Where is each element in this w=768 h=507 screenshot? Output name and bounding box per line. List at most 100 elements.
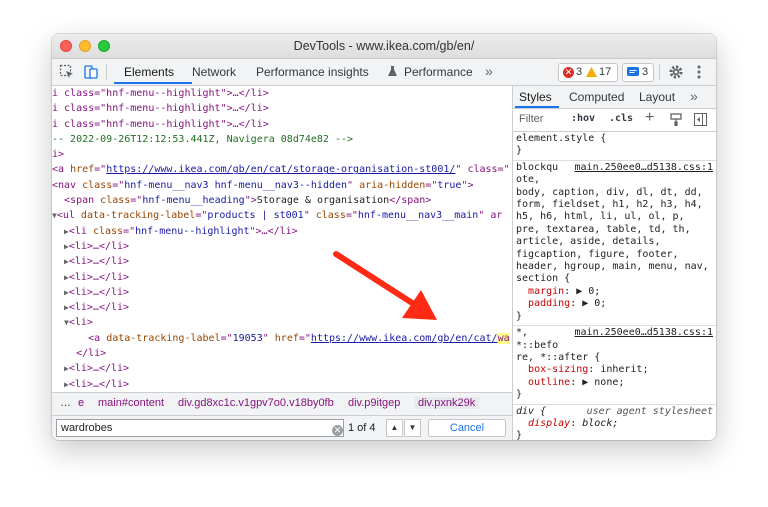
dom-node-line[interactable]: -- 2022-09-26T12:12:53.441Z, Navigera 08… — [52, 132, 512, 147]
dom-node-line[interactable]: i> — [52, 147, 512, 162]
dom-token: class — [100, 195, 131, 207]
style-rule: element.style {} — [513, 132, 716, 161]
dom-node-line[interactable]: ▶<li>…</li> — [52, 377, 512, 392]
cancel-search-button[interactable]: Cancel — [428, 419, 506, 437]
breadcrumb-item[interactable]: e — [78, 397, 84, 409]
tab-styles[interactable]: Styles — [519, 90, 552, 104]
style-property-value[interactable]: block; — [582, 418, 618, 429]
next-match-button[interactable]: ▼ — [404, 419, 421, 437]
style-rule-source[interactable]: main.250ee0…d5138.css:1 — [575, 162, 713, 174]
style-property-name[interactable]: display — [528, 418, 570, 429]
breadcrumb-item[interactable]: main#content — [98, 397, 164, 409]
style-rule-selector[interactable]: element.style { — [516, 133, 606, 144]
dom-token: "> — [244, 195, 257, 207]
new-style-rule-icon[interactable]: + — [645, 109, 654, 127]
window-title: DevTools - www.ikea.com/gb/en/ — [293, 39, 475, 53]
more-pane-tabs-icon[interactable]: » — [690, 88, 698, 104]
dom-token: <a — [88, 332, 107, 344]
style-rules-list: element.style {} main.250ee0…d5138.css:1 b… — [513, 132, 716, 440]
kebab-menu-icon[interactable] — [695, 64, 703, 80]
dom-node-line[interactable]: ▶<li>…</li> — [52, 239, 512, 254]
dom-token: <li — [68, 225, 93, 237]
tab-network[interactable]: Network — [192, 65, 236, 79]
breadcrumb-item[interactable]: div.p9itgep — [348, 397, 400, 409]
dom-node-line[interactable]: ▼<li> — [52, 315, 512, 330]
dom-token: hnf-menu__nav3__main — [357, 210, 479, 222]
dom-node-line[interactable]: ▶<li>…</li> — [52, 361, 512, 376]
style-rule-close: } — [516, 145, 523, 157]
breadcrumb-more-icon[interactable]: … — [60, 397, 71, 409]
style-property-value[interactable]: ▶ 0; — [582, 298, 606, 309]
style-rule-selector[interactable]: blockqu ote, body, caption, div, dl, dt,… — [516, 162, 709, 285]
style-property-name[interactable]: outline — [528, 377, 570, 388]
inspect-element-icon[interactable] — [58, 63, 76, 81]
dom-token: <li>…</li> — [68, 378, 130, 390]
dom-node-line[interactable]: <a data-tracking-label="19053" href="htt… — [52, 331, 512, 346]
dom-node-line[interactable]: ▼<ul data-tracking-label="products | st0… — [52, 208, 512, 223]
dom-node-line[interactable]: ▶<li>…</li> — [52, 254, 512, 269]
dom-link-url[interactable]: https://www.ikea.com/gb/en/cat/storage-o… — [106, 164, 455, 175]
dom-node-line[interactable]: <a href="https://www.ikea.com/gb/en/cat/… — [52, 162, 512, 177]
tab-performance-insights[interactable]: Performance insights — [256, 65, 369, 79]
class-toggle[interactable]: .cls — [609, 113, 633, 124]
clear-search-icon[interactable]: ✕ — [332, 425, 343, 436]
dom-node-line[interactable]: <nav class="hnf-menu__nav3 hnf-menu__nav… — [52, 178, 512, 193]
style-declaration[interactable]: box-sizing: inherit; — [516, 364, 713, 376]
style-rule-close: } — [516, 389, 523, 401]
styles-filter-input[interactable]: Filter — [519, 113, 543, 125]
device-toolbar-icon[interactable] — [82, 63, 100, 81]
toggle-sidebar-icon[interactable] — [694, 113, 707, 126]
style-rule-close: } — [516, 310, 523, 322]
style-property-name[interactable]: padding — [528, 298, 570, 309]
dom-node-line[interactable]: </li> — [52, 346, 512, 361]
style-rule-selector[interactable]: div { — [516, 406, 546, 417]
more-tabs-icon[interactable]: » — [485, 63, 493, 79]
dom-node-line[interactable]: i class="hnf-menu--highlight">…</li> — [52, 101, 512, 116]
message-icon — [627, 67, 639, 76]
paint-roller-icon[interactable] — [670, 113, 682, 126]
dom-link-url[interactable]: https://www.ikea.com/gb/en/cat/ — [311, 333, 498, 344]
style-property-name[interactable]: box-sizing — [528, 364, 588, 375]
dom-node-line[interactable]: i class="hnf-menu--highlight">…</li> — [52, 117, 512, 132]
tab-elements[interactable]: Elements — [124, 65, 174, 79]
dom-node-line[interactable]: ▶<li>…</li> — [52, 300, 512, 315]
dom-token: =" — [130, 195, 143, 207]
flask-icon — [388, 66, 397, 76]
style-rule-source[interactable]: main.250ee0…d5138.css:1 — [575, 327, 713, 339]
issues-counter[interactable]: ✕ 3 17 — [558, 63, 618, 82]
devtools-toolbar: Elements Network Performance insights Pe… — [52, 59, 716, 86]
breadcrumb-item[interactable]: div.gd8xc1c.v1gpv7o0.v18by0fb — [178, 397, 334, 409]
dom-token: -- 2022-09-26T12:12:53.441Z, Navigera 08… — [52, 133, 354, 145]
dom-token: <li>…</li> — [68, 271, 130, 283]
style-property-value[interactable]: ▶ 0; — [576, 286, 600, 297]
dom-node-line[interactable]: ▶<li class="hnf-menu--highlight">…</li> — [52, 224, 512, 239]
breadcrumb-item-selected[interactable]: div.pxnk29k — [414, 397, 480, 409]
previous-match-button[interactable]: ▲ — [386, 419, 403, 437]
style-property-value[interactable]: inherit; — [600, 364, 648, 375]
style-declaration[interactable]: display: block; — [516, 418, 713, 430]
style-rule-close: } — [516, 430, 523, 440]
messages-counter[interactable]: 3 — [622, 63, 654, 82]
search-input[interactable]: wardrobes ✕ — [56, 419, 344, 437]
dom-node-line[interactable]: i class="hnf-menu--highlight">…</li> — [52, 86, 512, 101]
style-rule-source: user agent stylesheet — [586, 405, 713, 417]
settings-gear-icon[interactable] — [668, 64, 684, 80]
tab-performance[interactable]: Performance — [404, 65, 473, 79]
style-declaration[interactable]: padding: ▶ 0; — [516, 298, 713, 310]
dom-token: <li>…</li> — [68, 302, 130, 314]
dom-token: i class="hnf-menu--highlight">…</li> — [52, 88, 269, 99]
dom-node-line[interactable]: ▶<li>…</li> — [52, 270, 512, 285]
style-rule: main.250ee0…d5138.css:1 *, *::befo re, *:… — [513, 326, 716, 405]
search-highlight: wa — [497, 332, 510, 344]
style-declaration[interactable]: margin: ▶ 0; — [516, 286, 713, 298]
dom-node-line[interactable]: <span class="hnf-menu__heading">Storage … — [52, 193, 512, 208]
style-declaration[interactable]: outline: ▶ none; — [516, 377, 713, 389]
style-property-name[interactable]: margin — [528, 286, 564, 297]
dom-node-line[interactable]: ▶<li>…</li> — [52, 285, 512, 300]
hover-state-toggle[interactable]: :hov — [571, 113, 595, 124]
dom-token: i class="hnf-menu--highlight">…</li> — [52, 118, 269, 130]
tab-layout[interactable]: Layout — [639, 90, 675, 104]
dom-tree-panel: i class="hnf-menu--highlight">…</li> i cl… — [52, 86, 512, 392]
style-property-value[interactable]: ▶ none; — [582, 377, 624, 388]
tab-computed[interactable]: Computed — [569, 90, 624, 104]
